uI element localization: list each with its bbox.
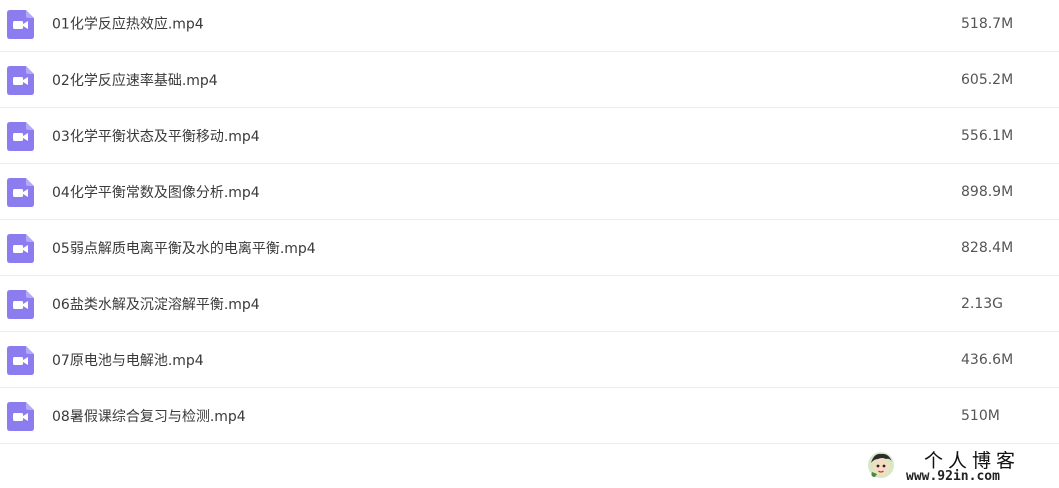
video-file-icon [7, 401, 34, 431]
file-row[interactable]: 07原电池与电解池.mp4 436.6M [0, 332, 1059, 388]
video-file-icon [7, 289, 34, 319]
video-file-icon [7, 65, 34, 95]
file-size: 828.4M [961, 239, 1014, 256]
video-file-icon [7, 345, 34, 375]
file-size: 898.9M [961, 183, 1014, 200]
file-name[interactable]: 07原电池与电解池.mp4 [52, 350, 204, 370]
watermark-url: www.92in.com [906, 469, 1000, 484]
video-file-icon [7, 9, 34, 39]
file-row[interactable]: 05弱点解质电离平衡及水的电离平衡.mp4 828.4M [0, 220, 1059, 276]
file-size: 556.1M [961, 127, 1014, 144]
file-row[interactable]: 04化学平衡常数及图像分析.mp4 898.9M [0, 164, 1059, 220]
file-size: 510M [961, 407, 1000, 424]
video-file-icon [7, 177, 34, 207]
file-name[interactable]: 08暑假课综合复习与检测.mp4 [52, 406, 246, 426]
file-name[interactable]: 04化学平衡常数及图像分析.mp4 [52, 182, 260, 202]
file-name[interactable]: 06盐类水解及沉淀溶解平衡.mp4 [52, 294, 260, 314]
file-list: 01化学反应热效应.mp4 518.7M 02化学反应速率基础.mp4 605.… [0, 0, 1059, 444]
file-row[interactable]: 08暑假课综合复习与检测.mp4 510M [0, 388, 1059, 444]
file-name[interactable]: 05弱点解质电离平衡及水的电离平衡.mp4 [52, 238, 316, 258]
file-row[interactable]: 01化学反应热效应.mp4 518.7M [0, 0, 1059, 52]
video-file-icon [7, 233, 34, 263]
video-file-icon [7, 121, 34, 151]
file-name[interactable]: 03化学平衡状态及平衡移动.mp4 [52, 126, 260, 146]
file-size: 518.7M [961, 15, 1014, 32]
file-row[interactable]: 06盐类水解及沉淀溶解平衡.mp4 2.13G [0, 276, 1059, 332]
file-row[interactable]: 03化学平衡状态及平衡移动.mp4 556.1M [0, 108, 1059, 164]
file-name[interactable]: 01化学反应热效应.mp4 [52, 13, 204, 33]
watermark: 个人博客 www.92in.com [866, 446, 1046, 486]
file-name[interactable]: 02化学反应速率基础.mp4 [52, 70, 218, 90]
mascot-avatar-icon [868, 452, 894, 478]
file-row[interactable]: 02化学反应速率基础.mp4 605.2M [0, 52, 1059, 108]
file-size: 436.6M [961, 351, 1014, 368]
file-size: 605.2M [961, 71, 1014, 88]
file-size: 2.13G [961, 295, 1004, 312]
